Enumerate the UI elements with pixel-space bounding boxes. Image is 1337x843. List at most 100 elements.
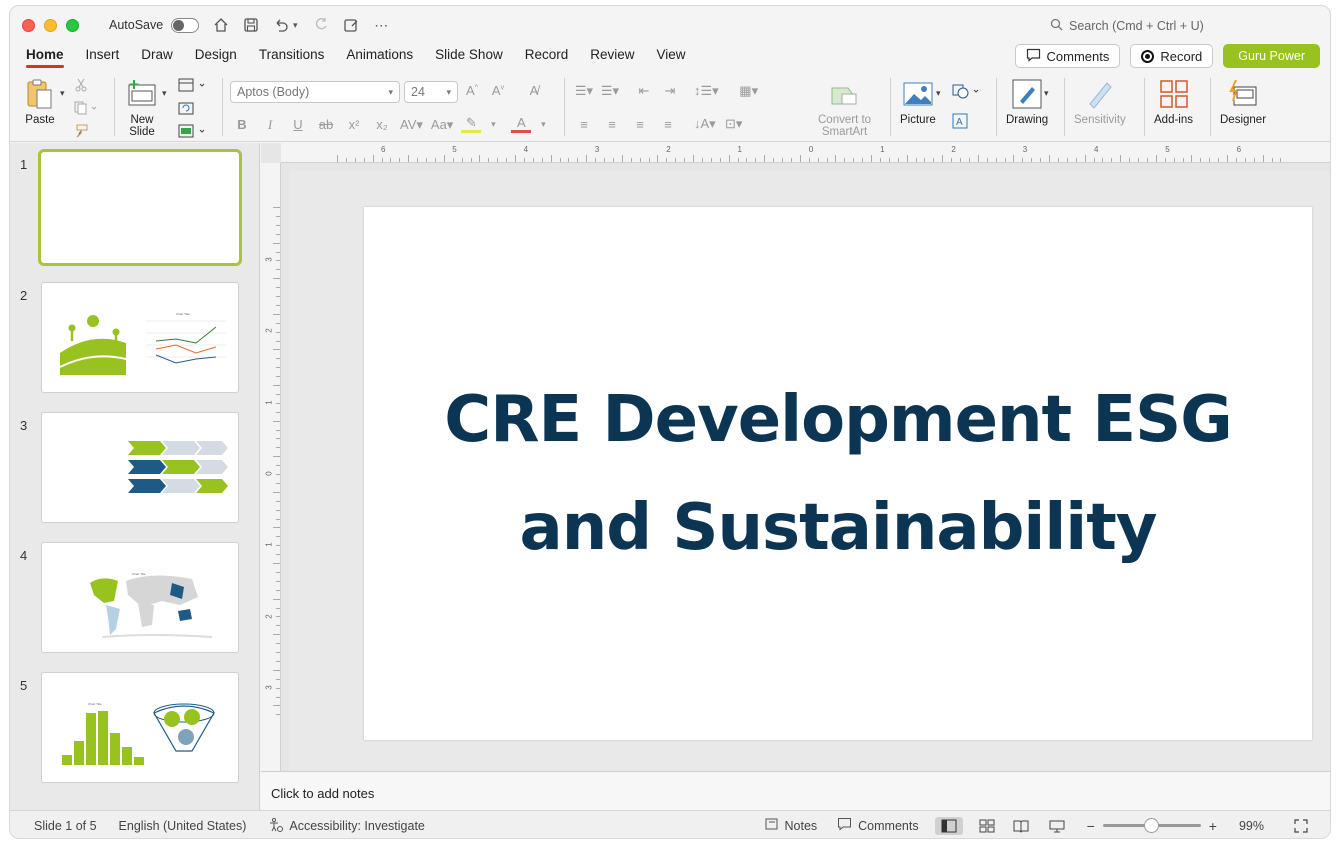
tab-slide-show[interactable]: Slide Show <box>429 46 509 68</box>
align-tools: ≡ ≡ ≡ ≡ ↓A▾ ⊡▾ <box>574 116 744 132</box>
zoom-slider-handle[interactable] <box>1144 818 1160 833</box>
decrease-font-size-icon[interactable]: Av <box>488 83 508 98</box>
textbox-icon[interactable]: A <box>952 113 982 132</box>
numbering-icon[interactable]: ☰▾ <box>600 83 620 99</box>
layout-icon[interactable] <box>178 78 208 96</box>
slide-thumbnail-5[interactable]: Chart Title <box>41 672 239 783</box>
copy-icon[interactable] <box>74 101 98 118</box>
current-slide[interactable]: CRE Development ESG and Sustainability <box>364 207 1312 740</box>
close-window-button[interactable] <box>22 18 35 32</box>
strikethrough-icon[interactable]: ab <box>316 117 336 132</box>
tab-design[interactable]: Design <box>189 46 243 68</box>
picture-button[interactable]: Picture <box>900 78 936 126</box>
guru-power-button[interactable]: Guru Power <box>1223 44 1320 68</box>
drawing-button[interactable]: Drawing <box>1006 78 1048 126</box>
bold-icon[interactable]: B <box>232 117 252 132</box>
highlight-icon[interactable]: ✎ <box>461 116 482 133</box>
tab-animations[interactable]: Animations <box>340 46 419 68</box>
italic-icon[interactable]: I <box>260 117 280 133</box>
font-name-select[interactable]: Aptos (Body) ▾ <box>230 81 400 103</box>
font-color-chevron-down-icon[interactable]: ▾ <box>533 119 553 130</box>
record-button[interactable]: Record <box>1130 44 1214 68</box>
subscript-icon[interactable]: x₂ <box>372 117 392 132</box>
reading-view-button[interactable] <box>1013 819 1029 833</box>
slide-thumbnail-4[interactable]: Chart Title <box>41 542 239 653</box>
cut-icon[interactable] <box>74 78 98 95</box>
zoom-window-button[interactable] <box>66 18 79 32</box>
paste-chevron-down-icon[interactable]: ▾ <box>60 88 65 99</box>
minimize-window-button[interactable] <box>44 18 57 32</box>
align-text-icon[interactable]: ⊡▾ <box>724 116 744 132</box>
decrease-indent-icon[interactable]: ⇤ <box>634 83 654 99</box>
tab-home[interactable]: Home <box>20 46 70 68</box>
reset-slide-icon[interactable] <box>178 101 208 119</box>
language-indicator[interactable]: English (United States) <box>119 819 247 833</box>
increase-indent-icon[interactable]: ⇥ <box>660 83 680 99</box>
justify-icon[interactable]: ≡ <box>658 117 678 132</box>
notes-pane[interactable]: Click to add notes <box>261 771 1330 810</box>
increase-font-size-icon[interactable]: A^ <box>462 83 482 98</box>
tab-record[interactable]: Record <box>519 46 575 68</box>
fit-to-window-button[interactable] <box>1294 818 1308 833</box>
section-icon[interactable] <box>178 124 208 142</box>
slide-title[interactable]: CRE Development ESG and Sustainability <box>388 366 1288 582</box>
tab-draw[interactable]: Draw <box>135 46 179 68</box>
bullets-icon[interactable]: ☰▾ <box>574 83 594 99</box>
slide-thumbnail-2[interactable]: Chart Title <box>41 282 239 393</box>
comments-toggle[interactable]: Comments <box>837 817 919 834</box>
slide-thumbnail-1[interactable] <box>38 149 242 266</box>
picture-chevron-down-icon[interactable]: ▾ <box>936 88 941 99</box>
new-slide-button[interactable]: New Slide <box>126 78 158 138</box>
character-spacing-icon[interactable]: AV▾ <box>400 117 423 133</box>
convert-smartart-button[interactable]: Convert to SmartArt <box>818 82 871 138</box>
slide-show-button[interactable] <box>1049 819 1065 833</box>
font-color-icon[interactable]: A <box>511 116 532 133</box>
tab-view[interactable]: View <box>651 46 692 68</box>
horizontal-ruler[interactable]: 6 5 4 3 2 1 0 1 2 3 4 5 6 <box>281 143 1330 163</box>
tab-review[interactable]: Review <box>584 46 640 68</box>
zoom-in-button[interactable]: + <box>1209 818 1217 834</box>
accessibility-status[interactable]: Accessibility: Investigate <box>268 817 425 835</box>
tab-insert[interactable]: Insert <box>80 46 126 68</box>
quick-save-icon[interactable] <box>343 17 359 33</box>
add-ins-button[interactable]: Add-ins <box>1154 78 1193 126</box>
more-icon[interactable]: ⋯ <box>373 17 389 33</box>
search-box[interactable]: Search (Cmd + Ctrl + U) <box>1050 18 1204 34</box>
zoom-slider[interactable] <box>1102 818 1201 833</box>
clear-formatting-icon[interactable]: A̸ <box>524 83 544 98</box>
slide-sorter-button[interactable] <box>979 819 995 833</box>
sensitivity-button[interactable]: Sensitivity <box>1074 78 1126 126</box>
new-slide-chevron-down-icon[interactable]: ▾ <box>162 88 167 99</box>
autosave-toggle[interactable] <box>171 17 200 33</box>
save-icon[interactable] <box>243 17 259 33</box>
align-right-icon[interactable]: ≡ <box>630 117 650 132</box>
shapes-icon[interactable] <box>952 84 982 103</box>
designer-button[interactable]: Designer <box>1220 78 1266 126</box>
align-left-icon[interactable]: ≡ <box>574 117 594 132</box>
superscript-icon[interactable]: x² <box>344 117 364 132</box>
format-painter-icon[interactable] <box>74 124 98 141</box>
undo-chevron-down-icon[interactable]: ▾ <box>291 17 299 33</box>
change-case-icon[interactable]: Aa▾ <box>431 117 453 133</box>
zoom-out-button[interactable]: − <box>1087 818 1095 834</box>
underline-icon[interactable]: U <box>288 117 308 132</box>
font-size-select[interactable]: 24 ▾ <box>404 81 458 103</box>
vertical-ruler[interactable]: 3 2 1 0 1 2 3 <box>261 163 281 771</box>
comments-button[interactable]: Comments <box>1014 44 1121 68</box>
notes-toggle[interactable]: Notes <box>764 817 817 834</box>
paste-button[interactable]: Paste <box>24 78 56 126</box>
line-spacing-icon[interactable]: ↕☰▾ <box>694 83 719 99</box>
normal-view-button[interactable] <box>934 816 963 835</box>
thumbnail-3-graphic <box>128 441 228 493</box>
slide-thumbnail-3[interactable] <box>41 412 239 523</box>
home-icon[interactable] <box>213 17 229 33</box>
drawing-chevron-down-icon[interactable]: ▾ <box>1044 88 1049 99</box>
highlight-chevron-down-icon[interactable]: ▾ <box>483 119 503 130</box>
tab-transitions[interactable]: Transitions <box>253 46 331 68</box>
redo-icon[interactable] <box>313 17 329 33</box>
text-direction-icon[interactable]: ↓A▾ <box>694 116 716 132</box>
undo-icon[interactable] <box>273 17 289 33</box>
columns-icon[interactable]: ▦▾ <box>739 83 759 99</box>
zoom-level[interactable]: 99% <box>1239 819 1264 833</box>
align-center-icon[interactable]: ≡ <box>602 117 622 132</box>
